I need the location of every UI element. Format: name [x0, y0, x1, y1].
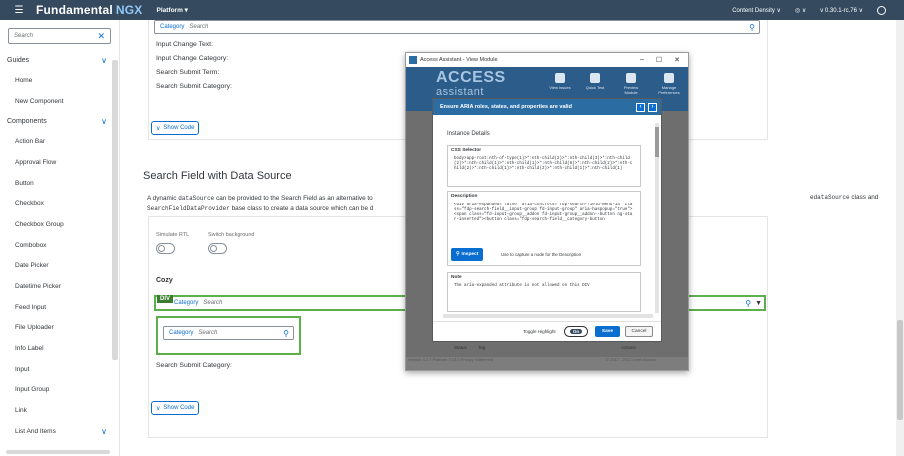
field-input-change-text: Input Change Text:	[156, 41, 213, 48]
toggle-highlight-switch[interactable]: On	[564, 326, 588, 337]
chevron-down-icon: ∨	[101, 116, 107, 126]
maximize-icon[interactable]: ☐	[656, 56, 662, 64]
assistant-copyright: © 2017 - 2021 Level Access	[606, 357, 656, 362]
quick-test-tool[interactable]: Quick Test	[584, 73, 606, 90]
sidebar-item-datetime-picker[interactable]: Datetime Picker	[0, 276, 119, 297]
issue-detail-dialog: Ensure ARIA roles, states, and propertie…	[432, 98, 662, 342]
description-value[interactable]: <div aria-expanded="false" aria-controls…	[454, 203, 634, 247]
side-navigation: Search ✕ Guides ∨ Home New Component Comp…	[0, 20, 120, 456]
theme-switcher-icon[interactable]: ◎ ∨	[795, 7, 806, 14]
cozy-search-field[interactable]: Category Search ⚲	[163, 326, 294, 340]
section-description-tail: edataSource class and	[810, 194, 879, 201]
inspect-hint: Use to capture a node for the Descriptio…	[501, 252, 582, 257]
switch-background-label: Switch background	[208, 232, 255, 238]
field-search-submit-category-2: Search Submit Category:	[156, 362, 232, 369]
close-icon[interactable]: ✕	[674, 56, 680, 64]
save-button[interactable]: Save	[595, 326, 620, 337]
chevron-down-icon: ∨	[101, 426, 107, 436]
access-assistant-logo: ACCESS assistant	[436, 69, 506, 99]
note-value[interactable]: The aria-expanded attribute is not allow…	[454, 284, 634, 289]
sidebar-item-input[interactable]: Input	[0, 359, 119, 380]
sidebar-item-combobox[interactable]: Combobox	[0, 235, 119, 256]
sidebar-item-home[interactable]: Home	[0, 70, 119, 91]
sidebar-search-input[interactable]: Search ✕	[8, 28, 111, 44]
sidebar-item-file-uploader[interactable]: File Uploader	[0, 318, 119, 339]
top-search-field[interactable]: Category Search ⚲	[154, 20, 760, 34]
css-selector-value[interactable]: body>app-root:nth-of-type(1)>*:nth-child…	[454, 157, 634, 172]
sidebar-item-new-component[interactable]: New Component	[0, 91, 119, 112]
sidebar-item-link[interactable]: Link	[0, 400, 119, 421]
search-icon[interactable]: ⚲	[745, 299, 751, 308]
bg-column-tag: Tag	[478, 345, 486, 350]
sidebar-item-input-group[interactable]: Input Group	[0, 380, 119, 401]
inspect-button[interactable]: ⚲ Inspect	[451, 248, 484, 261]
assistant-footer: Version 4.0.7 Platform 3.13.0 Privacy St…	[408, 357, 494, 362]
simulate-rtl-switch[interactable]	[156, 243, 175, 254]
sidebar-item-info-label[interactable]: Info Label	[0, 338, 119, 359]
field-search-submit-category: Search Submit Category:	[156, 83, 232, 90]
switch-background-switch[interactable]	[208, 243, 227, 254]
window-titlebar: Access Assistant - View Module – ☐ ✕	[406, 53, 688, 67]
next-icon[interactable]: ›	[648, 102, 657, 112]
hamburger-menu-icon[interactable]: ☰	[8, 5, 30, 16]
app-icon	[409, 56, 417, 64]
sidebar-scrollbar[interactable]	[112, 60, 118, 360]
cancel-button[interactable]: Cancel	[625, 326, 653, 337]
dialog-footer: Toggle Highlight On Save Cancel	[433, 321, 661, 341]
show-code-button[interactable]: ∨ Show Code	[151, 121, 200, 135]
sidebar-item-checkbox-group[interactable]: Checkbox Group	[0, 214, 119, 235]
instance-details-heading: Instance Details	[447, 131, 490, 137]
search-icon: ⚲	[456, 252, 460, 257]
show-code-button-2[interactable]: ∨ Show Code	[151, 401, 200, 415]
field-search-submit-term: Search Submit Term:	[156, 69, 220, 76]
dialog-scrollbar[interactable]	[655, 123, 659, 313]
sidebar-horizontal-scrollbar[interactable]	[6, 450, 110, 454]
chevron-down-icon: ∨	[156, 125, 161, 132]
platform-menu[interactable]: Platform ▾	[156, 6, 187, 14]
search-icon[interactable]: ⚲	[749, 23, 755, 32]
search-icon[interactable]: ⚲	[283, 329, 289, 338]
highlight-element-tag: DIV	[157, 295, 174, 303]
section-title: Search Field with Data Source	[143, 170, 292, 182]
dialog-horizontal-scrollbar[interactable]	[443, 314, 653, 318]
shell-bar: ☰ Fundamental NGX Platform ▾ Content Dens…	[0, 0, 904, 20]
field-input-change-category: Input Change Category:	[156, 55, 229, 62]
chevron-down-icon: ∨	[156, 405, 161, 412]
css-selector-box: CSS Selector body>app-root:nth-of-type(1…	[447, 145, 641, 187]
preview-module-tool[interactable]: Preview Module	[620, 73, 642, 95]
cozy-heading: Cozy	[156, 277, 173, 284]
caret-down-icon: ▼	[755, 299, 762, 307]
minimize-icon[interactable]: –	[640, 56, 644, 64]
bg-column-status: Status	[454, 345, 467, 350]
sidebar-item-approval-flow[interactable]: Approval Flow	[0, 152, 119, 173]
github-icon[interactable]	[877, 5, 886, 15]
sidebar-item-button[interactable]: Button	[0, 173, 119, 194]
main-scrollbar[interactable]	[896, 20, 904, 456]
manage-preferences-tool[interactable]: Manage Preferences	[658, 73, 680, 95]
nav-group-guides[interactable]: Guides ∨	[0, 50, 119, 70]
previous-icon[interactable]: ‹	[636, 102, 645, 112]
sidebar-item-checkbox[interactable]: Checkbox	[0, 193, 119, 214]
version-menu[interactable]: v 0.30.1-rc.76 ∨	[820, 7, 863, 14]
sidebar-item-feed-input[interactable]: Feed Input	[0, 297, 119, 318]
clear-icon[interactable]: ✕	[97, 31, 105, 42]
view-issues-tool[interactable]: View Issues	[549, 73, 571, 90]
content-density-menu[interactable]: Content Density ∨	[732, 7, 781, 14]
nav-group-components[interactable]: Components ∨	[0, 111, 119, 131]
simulate-rtl-label: Simulate RTL	[156, 232, 190, 238]
sidebar-item-list-and-items[interactable]: List And Items ∨	[0, 421, 119, 442]
dialog-header: Ensure ARIA roles, states, and propertie…	[433, 99, 661, 115]
chevron-down-icon: ∨	[101, 55, 107, 65]
sidebar-item-date-picker[interactable]: Date Picker	[0, 256, 119, 277]
sidebar-item-action-bar[interactable]: Action Bar	[0, 131, 119, 152]
product-brand: Fundamental NGX	[36, 3, 143, 17]
bg-column-actions: Actions	[621, 345, 636, 350]
note-box: Note The aria-expanded attribute is not …	[447, 272, 641, 312]
toggle-highlight-label: Toggle Highlight	[523, 329, 556, 334]
